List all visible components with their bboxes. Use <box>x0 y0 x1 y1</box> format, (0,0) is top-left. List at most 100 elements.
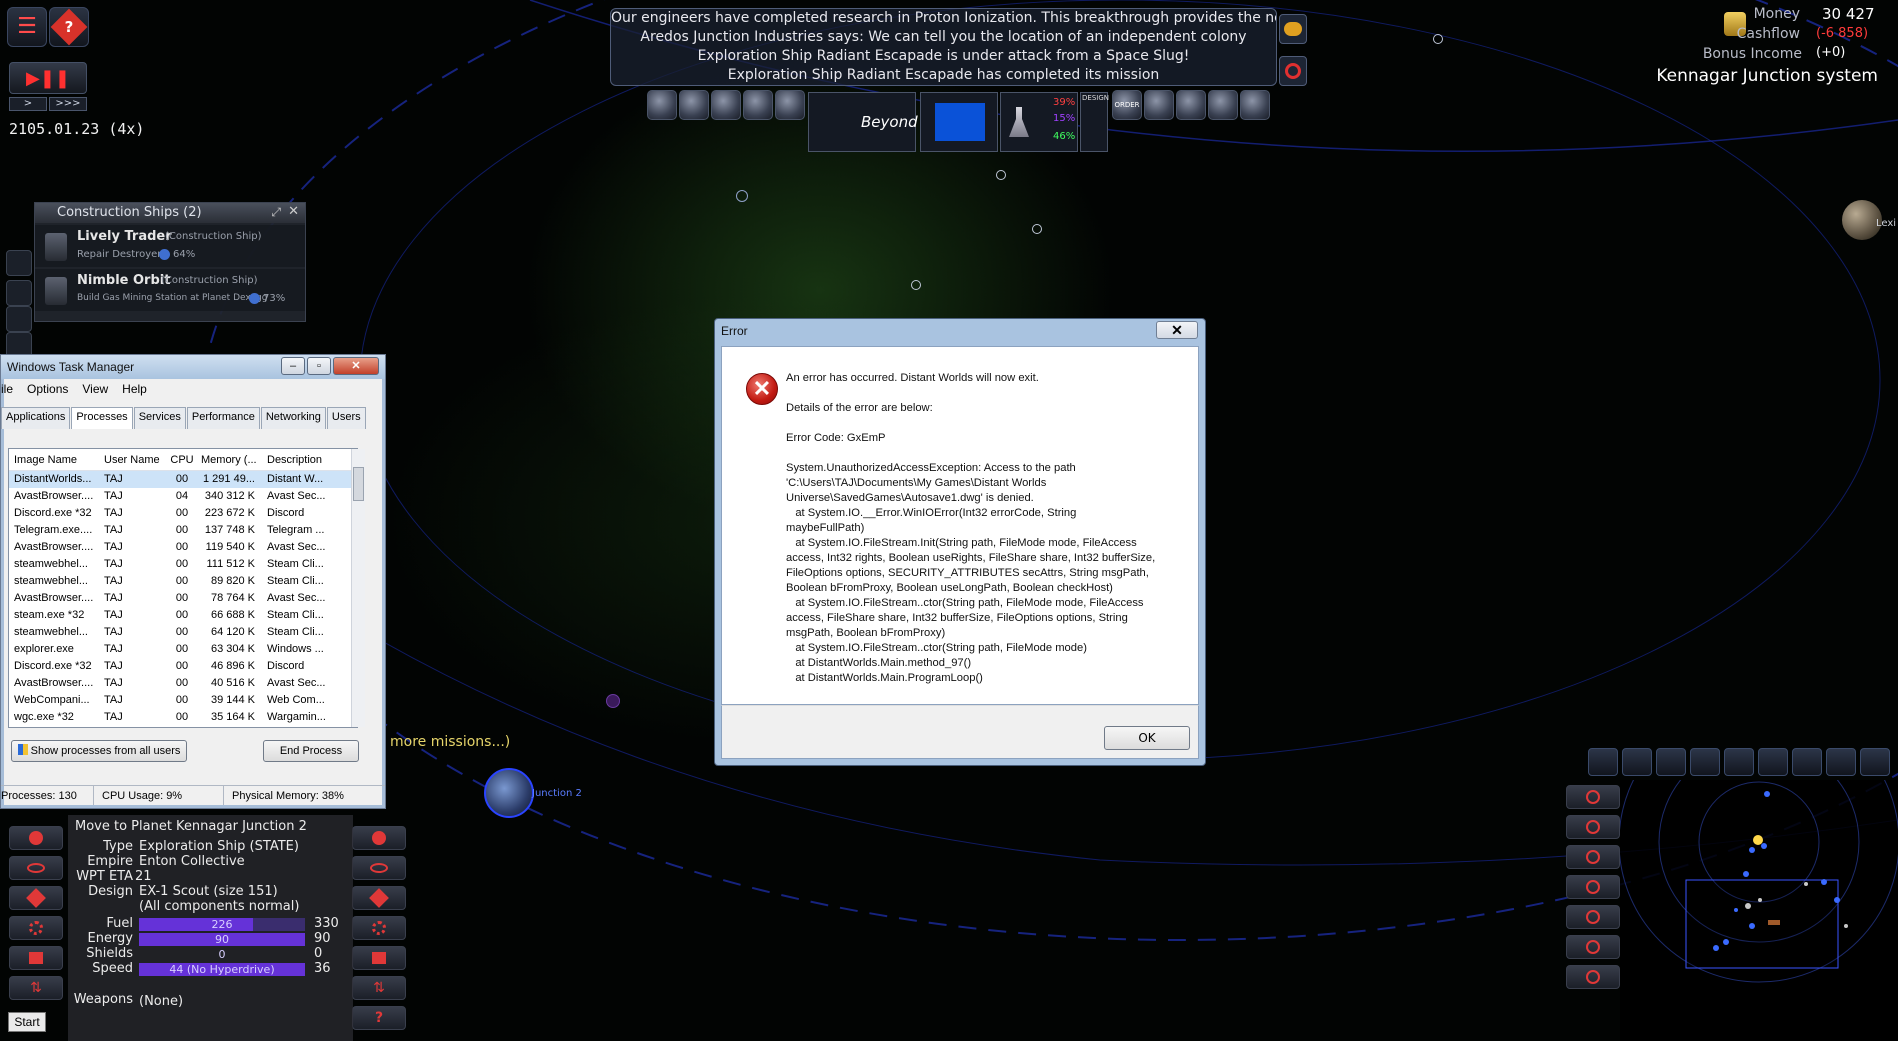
column-header[interactable]: CPU <box>167 449 197 470</box>
history-button[interactable] <box>1279 56 1307 86</box>
close-button[interactable]: ✕ <box>1156 321 1198 339</box>
planets-icon[interactable] <box>711 90 741 120</box>
side-tab-icon[interactable] <box>6 280 32 306</box>
missions-link[interactable]: more missions...) <box>390 734 510 750</box>
order-icon[interactable]: ORDER <box>1112 90 1142 120</box>
end-process-button[interactable]: End Process <box>263 740 359 762</box>
speed-faster-button[interactable]: >>> <box>49 97 87 111</box>
minimize-button[interactable]: – <box>281 357 305 375</box>
tab-users[interactable]: Users <box>326 407 366 429</box>
colonies-icon[interactable] <box>679 90 709 120</box>
zoom-button[interactable] <box>1566 935 1620 959</box>
column-header[interactable]: Memory (... <box>197 449 261 470</box>
close-button[interactable]: ✕ <box>333 357 379 375</box>
tab-applications[interactable]: Applications <box>1 407 71 429</box>
message-line[interactable]: Exploration Ship Radiant Escapade has co… <box>611 66 1276 85</box>
empire-flag[interactable] <box>920 92 998 152</box>
menu-help[interactable]: Help <box>122 379 147 399</box>
table-row[interactable]: steamwebhel... TAJ 00 64 120 K Steam Cli... <box>9 624 357 641</box>
table-row[interactable]: steamwebhel... TAJ 00 111 512 K Steam Cli... <box>9 556 357 573</box>
process-list[interactable]: Image Name User Name CPU Memory (... Des… <box>8 448 358 728</box>
table-row[interactable]: AvastBrowser.... TAJ 00 78 764 K Avast Sec..… <box>9 590 357 607</box>
zoom-button[interactable] <box>1566 845 1620 869</box>
column-header[interactable]: Description <box>261 449 333 470</box>
side-action-button[interactable] <box>352 856 406 880</box>
ring-filter-icon[interactable] <box>1758 748 1788 776</box>
side-action-button[interactable] <box>352 826 406 850</box>
planet-icon[interactable] <box>484 768 534 818</box>
construction-ships-panel[interactable]: Construction Ships (2) ⤢ ✕ Lively Trader… <box>34 202 306 322</box>
column-header[interactable]: Image Name <box>9 449 99 470</box>
ship-filter-icon[interactable] <box>1588 748 1618 776</box>
message-line[interactable]: Our engineers have completed research in… <box>611 9 1276 28</box>
zoom-button[interactable] <box>1566 785 1620 809</box>
zoom-button[interactable] <box>1566 815 1620 839</box>
message-line[interactable]: Exploration Ship Radiant Escapade is und… <box>611 47 1276 66</box>
table-row[interactable]: AvastBrowser.... TAJ 04 340 312 K Avast Sec.… <box>9 488 357 505</box>
side-action-button[interactable]: ? <box>352 1006 406 1030</box>
tab-processes[interactable]: Processes <box>71 407 133 429</box>
play-pause-button[interactable]: ▶❚❚ <box>9 62 87 94</box>
galaxy-filter-icon[interactable] <box>1860 748 1890 776</box>
bases-icon[interactable] <box>775 90 805 120</box>
construction-ship-row[interactable]: Lively Trader (Construction Ship) Repair… <box>35 225 305 267</box>
research-panel[interactable]: 39% 15% 46% <box>1000 92 1078 152</box>
process-list-scrollbar[interactable] <box>351 449 365 727</box>
side-action-button[interactable] <box>352 886 406 910</box>
chart-icon[interactable] <box>1240 90 1270 120</box>
tab-performance[interactable]: Performance <box>186 407 260 429</box>
side-action-button[interactable] <box>352 946 406 970</box>
character-icon[interactable] <box>1176 90 1206 120</box>
side-tab-icon[interactable] <box>6 306 32 332</box>
menu-view[interactable]: View <box>82 379 108 399</box>
table-row[interactable]: steam.exe *32 TAJ 00 66 688 K Steam Cli... <box>9 607 357 624</box>
station-icon[interactable] <box>736 190 748 202</box>
menu-button[interactable]: ☰ <box>7 7 47 47</box>
ships-icon[interactable] <box>743 90 773 120</box>
table-row[interactable]: WebCompani... TAJ 00 39 144 K Web Com... <box>9 692 357 709</box>
side-action-button[interactable] <box>9 826 63 850</box>
message-line[interactable]: Aredos Junction Industries says: We can … <box>611 28 1276 47</box>
side-action-button[interactable]: ⇅ <box>9 976 63 1000</box>
table-row[interactable]: Telegram.exe.... TAJ 00 137 748 K Telegram .… <box>9 522 357 539</box>
task-manager-window[interactable]: Windows Task Manager – ▫ ✕ ile Options V… <box>0 354 386 809</box>
station-icon[interactable] <box>1032 224 1042 234</box>
scrollbar-thumb[interactable] <box>353 467 364 501</box>
zoom-button[interactable] <box>1566 905 1620 929</box>
station-icon[interactable] <box>996 170 1006 180</box>
table-row[interactable]: AvastBrowser.... TAJ 00 119 540 K Avast Sec.… <box>9 539 357 556</box>
zoom-button[interactable] <box>1566 875 1620 899</box>
menu-file[interactable]: ile <box>1 379 13 399</box>
minimap[interactable] <box>1618 701 1898 1041</box>
base-filter-icon[interactable] <box>1656 748 1686 776</box>
side-action-button[interactable] <box>9 946 63 970</box>
table-row[interactable]: AvastBrowser.... TAJ 00 40 516 K Avast Sec..… <box>9 675 357 692</box>
message-panel[interactable]: Our engineers have completed research in… <box>610 8 1277 86</box>
galaxy-map-icon[interactable] <box>647 90 677 120</box>
ship-marker-icon[interactable] <box>606 694 620 708</box>
expand-icon[interactable]: ⤢ <box>271 205 281 220</box>
help-button[interactable]: ? <box>49 7 89 47</box>
gear-icon[interactable] <box>1144 90 1174 120</box>
table-row[interactable]: steamwebhel... TAJ 00 89 820 K Steam Cli... <box>9 573 357 590</box>
speed-slower-button[interactable]: > <box>9 97 47 111</box>
table-row[interactable]: Discord.exe *32 TAJ 00 223 672 K Discord <box>9 505 357 522</box>
task-manager-titlebar[interactable]: Windows Task Manager – ▫ ✕ <box>1 355 385 379</box>
tab-networking[interactable]: Networking <box>260 407 326 429</box>
table-row[interactable]: explorer.exe TAJ 00 63 304 K Windows ... <box>9 641 357 658</box>
side-action-button[interactable] <box>9 916 63 940</box>
table-row[interactable]: wgc.exe *32 TAJ 00 35 164 K Wargamin... <box>9 709 357 726</box>
error-dialog[interactable]: Error ✕ ✕ An error has occurred. Distant… <box>714 318 1206 766</box>
close-icon[interactable]: ✕ <box>288 204 299 219</box>
design-button[interactable]: DESIGN <box>1080 92 1109 152</box>
side-action-button[interactable] <box>9 856 63 880</box>
show-all-users-button[interactable]: Show processes from all users <box>11 740 187 762</box>
planet-filter-icon[interactable] <box>1724 748 1754 776</box>
menu-options[interactable]: Options <box>27 379 68 399</box>
station-icon[interactable] <box>1433 34 1443 44</box>
column-header[interactable]: User Name <box>99 449 167 470</box>
station-filter-icon[interactable] <box>1690 748 1720 776</box>
station-icon[interactable] <box>911 280 921 290</box>
maximize-button[interactable]: ▫ <box>307 357 331 375</box>
wireless-filter-icon[interactable] <box>1826 748 1856 776</box>
